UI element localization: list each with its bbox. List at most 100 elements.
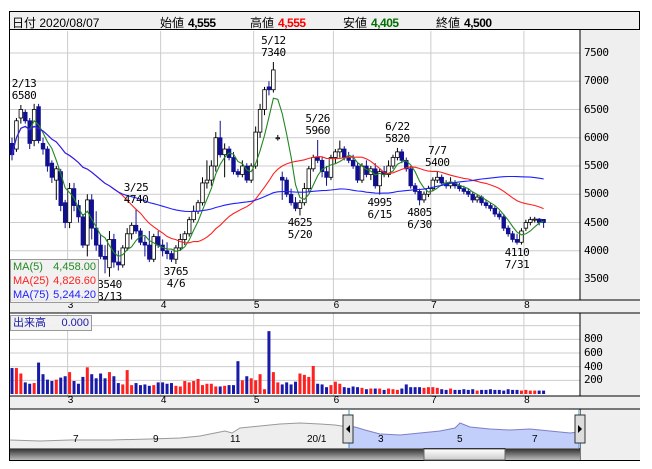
price-annotation: 4110 7/31 — [504, 245, 530, 271]
price-tick-label: 7500 — [584, 46, 609, 59]
up-candle — [182, 233, 187, 240]
volume-bar — [302, 374, 306, 394]
down-candle — [116, 261, 121, 266]
volume-bar — [249, 378, 253, 394]
down-candle — [164, 250, 170, 254]
volume-bar — [107, 372, 111, 394]
price-tick-label: 4000 — [584, 243, 609, 257]
up-candle — [297, 202, 303, 209]
volume-bar — [524, 389, 528, 394]
up-candle — [302, 188, 307, 204]
volume-label: 出来高 — [13, 317, 46, 329]
up-candle — [395, 151, 400, 158]
month-label: 5 — [253, 395, 260, 406]
down-candle — [412, 185, 418, 192]
down-candle — [488, 205, 493, 209]
month-label: 4 — [160, 395, 167, 406]
volume-bar — [45, 379, 49, 394]
volume-bar — [320, 384, 324, 394]
up-candle — [359, 165, 365, 181]
volume-bar — [134, 383, 138, 394]
volume-bar — [298, 373, 302, 394]
volume-bar — [466, 389, 470, 394]
volume-bar — [196, 378, 200, 394]
down-candle — [45, 148, 50, 167]
navigator-date-label: 5 — [457, 434, 463, 445]
up-candle — [311, 157, 316, 170]
down-candle — [510, 233, 515, 240]
volume-bar — [143, 384, 147, 394]
volume-bar — [205, 383, 209, 394]
volume-bar — [121, 384, 125, 394]
down-candle — [492, 207, 498, 215]
volume-bar — [267, 331, 271, 394]
volume-bar — [258, 374, 262, 394]
volume-bar — [382, 389, 386, 394]
up-candle — [523, 222, 529, 229]
price-tick-label: 6500 — [584, 102, 609, 116]
volume-bar — [41, 374, 45, 394]
volume-bar — [311, 365, 315, 394]
price-annotation: 4995 6/15 — [367, 195, 392, 221]
volume-legend: 出来高 0.000 — [10, 315, 92, 331]
up-candle — [271, 69, 276, 91]
down-candle — [399, 151, 405, 161]
volume-bar — [192, 381, 196, 394]
price-annotation: 6/22 5820 — [385, 119, 410, 145]
volume-bar — [497, 389, 501, 394]
volume-bar — [351, 386, 355, 394]
navigator-date-label: 3 — [378, 434, 384, 445]
volume-bar — [147, 385, 151, 394]
up-candle — [120, 247, 125, 266]
up-candle — [249, 165, 254, 181]
up-candle — [213, 137, 218, 167]
scrollbar-thumb[interactable] — [423, 448, 506, 461]
volume-bar — [453, 389, 457, 394]
down-candle — [324, 171, 329, 178]
volume-bar — [471, 389, 475, 394]
volume-bar — [59, 377, 63, 394]
down-candle — [514, 239, 520, 243]
down-candle — [93, 227, 99, 246]
volume-bar — [457, 389, 461, 394]
navigator-date-label: 9 — [153, 434, 159, 445]
volume-bar — [515, 389, 519, 394]
up-candle — [54, 168, 59, 181]
price-annotation: 3765 4/6 — [163, 265, 189, 291]
volume-bar — [400, 388, 404, 394]
volume-bar — [444, 389, 448, 394]
down-candle — [350, 159, 356, 167]
down-candle — [288, 193, 294, 204]
down-candle — [280, 176, 285, 181]
down-candle — [142, 241, 148, 246]
volume-bar — [338, 383, 342, 394]
volume-bar — [37, 362, 41, 394]
volume-bar — [68, 372, 72, 394]
volume-bar — [169, 383, 173, 394]
volume-bar — [435, 387, 439, 394]
volume-bar — [276, 382, 280, 394]
volume-bar — [183, 381, 187, 394]
ma25-label: MA(25) — [13, 275, 50, 287]
volume-bar — [387, 388, 391, 394]
up-candle — [222, 148, 227, 156]
stock-chart[interactable] — [0, 0, 652, 469]
price-tick-label: 5000 — [584, 187, 609, 201]
navigator-date-label: 7 — [73, 434, 79, 445]
ma75-legend: MA(75) 5,244.20 — [13, 288, 96, 302]
up-candle — [306, 168, 312, 189]
volume-bar — [14, 368, 18, 394]
down-candle — [461, 188, 467, 192]
down-candle — [80, 216, 86, 246]
ma75-label: MA(75) — [13, 289, 50, 301]
up-candle — [532, 218, 537, 221]
price-annotation: 3/25 4740 — [123, 180, 149, 206]
up-candle — [124, 233, 130, 249]
down-candle — [266, 86, 272, 91]
volume-bar — [475, 390, 479, 394]
up-candle — [18, 109, 24, 119]
volume-bar — [130, 385, 134, 394]
volume-bar — [449, 388, 453, 394]
price-tick-label: 5500 — [584, 159, 609, 172]
volume-bar — [32, 383, 36, 394]
